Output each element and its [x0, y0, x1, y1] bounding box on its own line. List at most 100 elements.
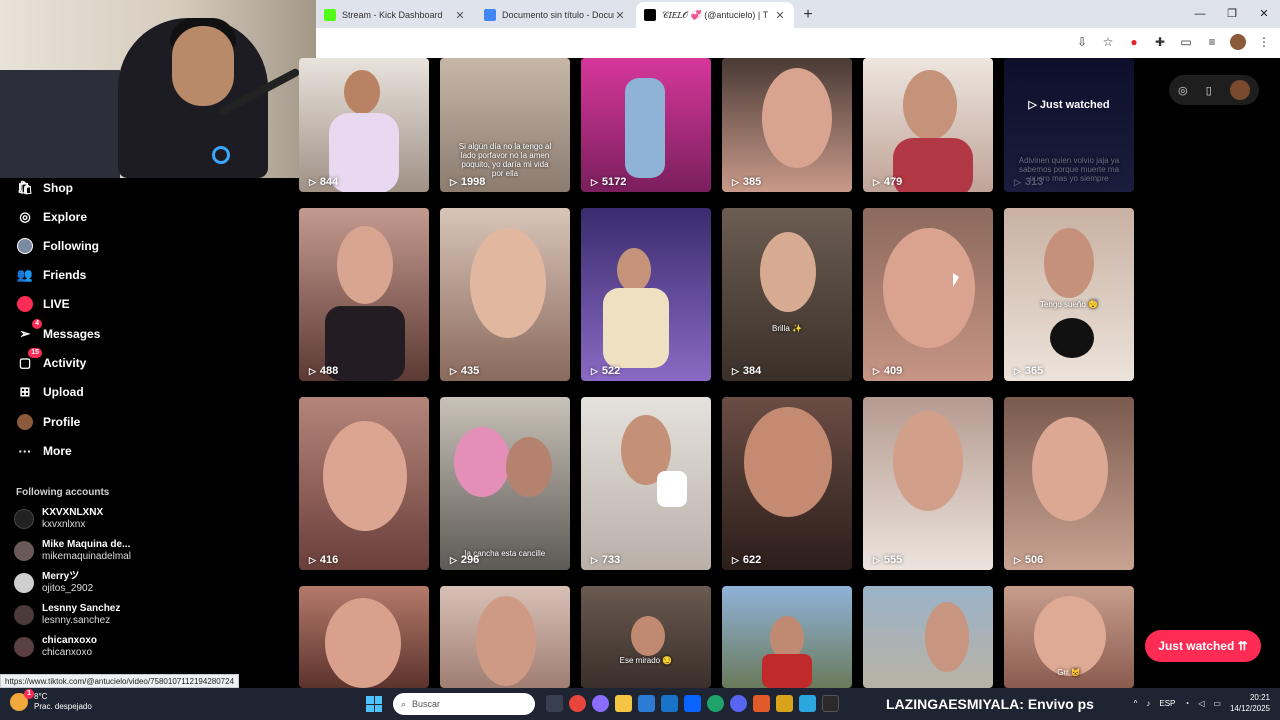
- nav-live[interactable]: LIVE: [16, 294, 70, 314]
- taskbar-apps: [546, 695, 839, 712]
- tab-label: 𝒞𝐼𝐸𝐿𝒪 💞 (@antucielo) | T: [662, 9, 769, 20]
- nav-friends[interactable]: 👥 Friends: [16, 265, 86, 285]
- video-tile[interactable]: Ese mirado 😏: [581, 586, 711, 688]
- tab-google-doc[interactable]: Documento sin título - Docume ✕: [476, 2, 634, 28]
- video-tile[interactable]: Grr 😼: [1004, 586, 1134, 688]
- clock[interactable]: 20:21 14/12/2025: [1230, 692, 1270, 714]
- wifi-icon[interactable]: ◔: [1184, 699, 1189, 708]
- tiktok-favicon-icon: [644, 9, 656, 21]
- battery-icon[interactable]: ▭: [1213, 699, 1221, 708]
- compass-icon[interactable]: ◎: [1178, 84, 1188, 97]
- video-tile[interactable]: [299, 586, 429, 688]
- extensions-puzzle-icon[interactable]: ✚: [1152, 34, 1168, 50]
- account-username: lesnny.sanchez: [42, 615, 111, 626]
- discord-icon[interactable]: [730, 695, 747, 712]
- nav-profile[interactable]: Profile: [16, 412, 80, 432]
- nav-label: Upload: [43, 385, 84, 399]
- video-tile[interactable]: ▷ 479: [863, 58, 993, 192]
- outlook-icon[interactable]: [661, 695, 678, 712]
- just-watched-label: ▷ Just watched: [1028, 99, 1110, 111]
- video-tile[interactable]: ▷ 409: [863, 208, 993, 381]
- tab-tiktok-profile[interactable]: 𝒞𝐼𝐸𝐿𝒪 💞 (@antucielo) | T ✕: [636, 2, 794, 28]
- language-indicator[interactable]: ESP: [1159, 699, 1175, 708]
- play-icon: ▷: [1014, 365, 1021, 376]
- just-watched-button[interactable]: Just watched ⇈: [1145, 630, 1261, 662]
- video-tile[interactable]: [722, 586, 852, 688]
- video-tile[interactable]: ▷ 522: [581, 208, 711, 381]
- video-tile[interactable]: Brilla ✨ ▷ 384: [722, 208, 852, 381]
- app-icon[interactable]: [822, 695, 839, 712]
- chrome-menu-icon[interactable]: ⋮: [1256, 34, 1272, 50]
- following-account-item[interactable]: Mike Maquina de... mikemaquinadelmal: [14, 539, 131, 563]
- copilot-icon[interactable]: [592, 695, 609, 712]
- edge-icon[interactable]: [707, 695, 724, 712]
- tab-close-icon[interactable]: ✕: [774, 9, 786, 22]
- video-caption: Tengo sueño 😴: [1040, 300, 1098, 309]
- video-tile[interactable]: ▷ 555: [863, 397, 993, 570]
- phone-icon[interactable]: ▯: [1206, 84, 1212, 97]
- video-tile[interactable]: Tengo sueño 😴 ▷ 365: [1004, 208, 1134, 381]
- dropbox-icon[interactable]: [684, 695, 701, 712]
- following-account-item[interactable]: KXVXNLXNX kxvxnlxnx: [14, 507, 103, 531]
- profile-avatar-icon[interactable]: [1230, 34, 1246, 50]
- following-account-item[interactable]: Merryツ ojitos_2902: [14, 571, 93, 595]
- date: 14/12/2025: [1229, 704, 1270, 713]
- nav-explore[interactable]: ◎ Explore: [16, 207, 87, 227]
- extension-red-icon[interactable]: ●: [1126, 34, 1142, 50]
- video-tile-just-watched[interactable]: ▷ Just watched Adivinen quien volvio jaj…: [1004, 58, 1134, 192]
- nav-more[interactable]: ··· More: [16, 441, 72, 461]
- new-tab-button[interactable]: +: [796, 2, 820, 28]
- status-url: https://www.tiktok.com/@antucielo/video/…: [0, 674, 240, 688]
- app-icon[interactable]: [799, 695, 816, 712]
- maximize-icon[interactable]: ❐: [1216, 0, 1248, 28]
- nav-upload[interactable]: ⊞ Upload: [16, 382, 84, 402]
- taskbar-search[interactable]: ⌕ Buscar: [393, 693, 535, 715]
- video-tile[interactable]: ▷ 733: [581, 397, 711, 570]
- close-window-icon[interactable]: ✕: [1248, 0, 1280, 28]
- play-icon: ▷: [732, 365, 739, 376]
- video-tile[interactable]: ▷ 506: [1004, 397, 1134, 570]
- search-placeholder: Buscar: [412, 699, 441, 709]
- install-app-icon[interactable]: ⇩: [1074, 34, 1090, 50]
- obs-icon[interactable]: [753, 695, 770, 712]
- video-tile[interactable]: [863, 586, 993, 688]
- tab-close-icon[interactable]: ✕: [454, 9, 466, 22]
- view-count: ▷ 844: [309, 176, 339, 188]
- video-tile[interactable]: ▷ 844: [299, 58, 429, 192]
- nav-following[interactable]: Following: [16, 236, 99, 256]
- video-tile[interactable]: [440, 586, 570, 688]
- video-tile[interactable]: la cancha esta cancille ▷ 296: [440, 397, 570, 570]
- video-tile[interactable]: ▷ 488: [299, 208, 429, 381]
- chrome-icon[interactable]: [569, 695, 586, 712]
- cast-icon[interactable]: ▭: [1178, 34, 1194, 50]
- media-controls-icon[interactable]: ≡: [1204, 34, 1220, 50]
- game-icon[interactable]: [776, 695, 793, 712]
- chevron-up-icon[interactable]: ^: [1134, 699, 1138, 708]
- store-icon[interactable]: [638, 695, 655, 712]
- windows-start-icon[interactable]: [366, 696, 382, 712]
- nav-shop[interactable]: 🛍 Shop: [16, 178, 73, 198]
- video-tile[interactable]: ▷ 416: [299, 397, 429, 570]
- weather-widget[interactable]: 1 8°C Prac. despejado: [10, 689, 92, 712]
- bookmark-star-icon[interactable]: ☆: [1100, 34, 1116, 50]
- profile-avatar-icon[interactable]: [1229, 80, 1250, 100]
- microphone-icon[interactable]: ♪: [1146, 699, 1150, 708]
- volume-icon[interactable]: ◁: [1198, 699, 1204, 708]
- task-view-icon[interactable]: [546, 695, 563, 712]
- following-account-item[interactable]: Lesnny Sanchez lesnny.sanchez: [14, 603, 120, 627]
- file-explorer-icon[interactable]: [615, 695, 632, 712]
- minimize-icon[interactable]: —: [1184, 0, 1216, 28]
- nav-messages[interactable]: ➢ 4 Messages: [16, 319, 100, 344]
- video-tile[interactable]: ▷ 435: [440, 208, 570, 381]
- video-tile[interactable]: ▷ 622: [722, 397, 852, 570]
- nav-activity[interactable]: ▢ 15 Activity: [16, 348, 86, 373]
- video-tile[interactable]: ▷ 5172: [581, 58, 711, 192]
- address-bar[interactable]: ⇩ ☆ ● ✚ ▭ ≡ ⋮: [316, 28, 1280, 58]
- video-tile[interactable]: ▷ 385: [722, 58, 852, 192]
- account-name: Merryツ: [42, 571, 80, 582]
- temperature: 8°C: [34, 692, 48, 701]
- following-account-item[interactable]: chicanxoxo chicanxoxo: [14, 635, 97, 659]
- tab-kick-dashboard[interactable]: Stream - Kick Dashboard ✕: [316, 2, 474, 28]
- tab-close-icon[interactable]: ✕: [614, 9, 626, 22]
- video-tile[interactable]: Si algún día no la tengo al lado porfavo…: [440, 58, 570, 192]
